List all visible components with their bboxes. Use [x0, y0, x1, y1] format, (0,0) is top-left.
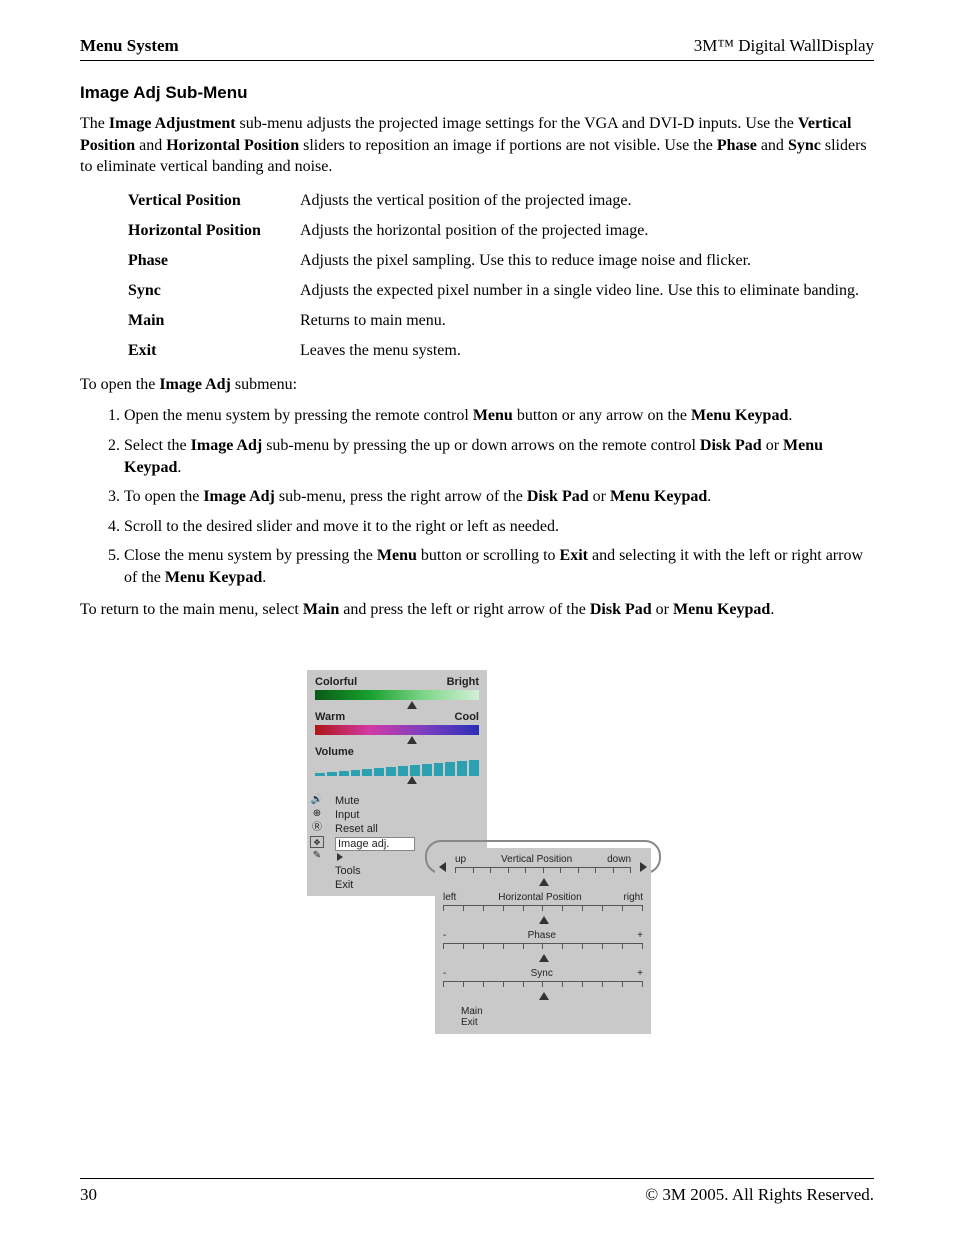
definitions-table: Vertical PositionAdjusts the vertical po… — [128, 192, 874, 360]
phase-slider[interactable] — [443, 943, 643, 954]
step-3: To open the Image Adj sub-menu, press th… — [124, 486, 874, 508]
osd-figure: Colorful Bright Warm Cool Volume — [307, 670, 647, 896]
def-term: Exit — [128, 342, 300, 360]
menu-item-tools[interactable]: Tools — [335, 864, 421, 878]
tools-icon: ✎ — [310, 850, 324, 862]
menu-item-mute[interactable]: Mute — [335, 794, 421, 808]
chevron-right-icon — [337, 853, 343, 861]
submenu-exit[interactable]: Exit — [461, 1017, 643, 1028]
def-desc: Returns to main menu. — [300, 312, 874, 330]
copyright: © 3M 2005. All Rights Reserved. — [645, 1185, 874, 1205]
submenu-main[interactable]: Main — [461, 1006, 643, 1017]
def-term: Main — [128, 312, 300, 330]
menu-item-imageadj[interactable]: Image adj. — [335, 836, 421, 864]
colorful-slider[interactable] — [315, 690, 479, 700]
menu-item-exit[interactable]: Exit — [335, 878, 421, 892]
def-desc: Adjusts the horizontal position of the p… — [300, 222, 874, 240]
header-section: Menu System — [80, 36, 179, 56]
label-colorful: Colorful — [315, 676, 357, 688]
def-term: Phase — [128, 252, 300, 270]
osd-submenu-panel: up Vertical Position down left Horizontal P… — [435, 848, 651, 1034]
page-number: 30 — [80, 1185, 97, 1205]
header-rule — [80, 60, 874, 61]
step-1: Open the menu system by pressing the rem… — [124, 405, 874, 427]
arrow-right-icon[interactable] — [640, 862, 647, 872]
vpos-slider[interactable] — [455, 867, 631, 878]
osd-main-panel: Colorful Bright Warm Cool Volume — [307, 670, 487, 792]
label-bright: Bright — [447, 676, 479, 688]
volume-slider[interactable] — [315, 758, 479, 776]
def-term: Sync — [128, 282, 300, 300]
imageadj-icon: ✥ — [310, 836, 324, 848]
sync-slider[interactable] — [443, 981, 643, 992]
header-product: 3M™ Digital WallDisplay — [694, 36, 874, 56]
footer-rule — [80, 1178, 874, 1179]
reset-icon: Ⓡ — [310, 822, 324, 834]
def-desc: Adjusts the vertical position of the pro… — [300, 192, 874, 210]
intro-paragraph: The Image Adjustment sub-menu adjusts th… — [80, 113, 874, 178]
label-hpos: Horizontal Position — [498, 892, 581, 903]
step-5: Close the menu system by pressing the Me… — [124, 545, 874, 588]
def-term: Vertical Position — [128, 192, 300, 210]
label-right: right — [624, 892, 643, 903]
menu-item-input[interactable]: Input — [335, 808, 421, 822]
section-title: Image Adj Sub-Menu — [80, 83, 874, 103]
hpos-slider[interactable] — [443, 905, 643, 916]
label-volume: Volume — [315, 746, 354, 758]
return-line: To return to the main menu, select Main … — [80, 599, 874, 621]
step-2: Select the Image Adj sub-menu by pressin… — [124, 435, 874, 478]
label-vpos: Vertical Position — [501, 854, 572, 865]
warm-slider[interactable] — [315, 725, 479, 735]
speaker-icon: 🔊 — [310, 794, 324, 806]
def-term: Horizontal Position — [128, 222, 300, 240]
def-desc: Adjusts the pixel sampling. Use this to … — [300, 252, 874, 270]
arrow-left-icon[interactable] — [439, 862, 446, 872]
steps-list: Open the menu system by pressing the rem… — [100, 405, 874, 588]
label-minus: - — [443, 968, 446, 979]
input-icon: ⊕ — [310, 808, 324, 820]
label-plus: + — [637, 968, 643, 979]
label-phase: Phase — [528, 930, 556, 941]
label-plus: + — [637, 930, 643, 941]
label-left: left — [443, 892, 456, 903]
label-warm: Warm — [315, 711, 345, 723]
label-minus: - — [443, 930, 446, 941]
label-down: down — [607, 854, 631, 865]
def-desc: Adjusts the expected pixel number in a s… — [300, 282, 874, 300]
label-sync: Sync — [531, 968, 553, 979]
open-lead: To open the Image Adj submenu: — [80, 374, 874, 396]
menu-item-reset[interactable]: Reset all — [335, 822, 421, 836]
label-up: up — [455, 854, 466, 865]
step-4: Scroll to the desired slider and move it… — [124, 516, 874, 538]
blank-icon — [310, 864, 324, 876]
def-desc: Leaves the menu system. — [300, 342, 874, 360]
label-cool: Cool — [455, 711, 479, 723]
